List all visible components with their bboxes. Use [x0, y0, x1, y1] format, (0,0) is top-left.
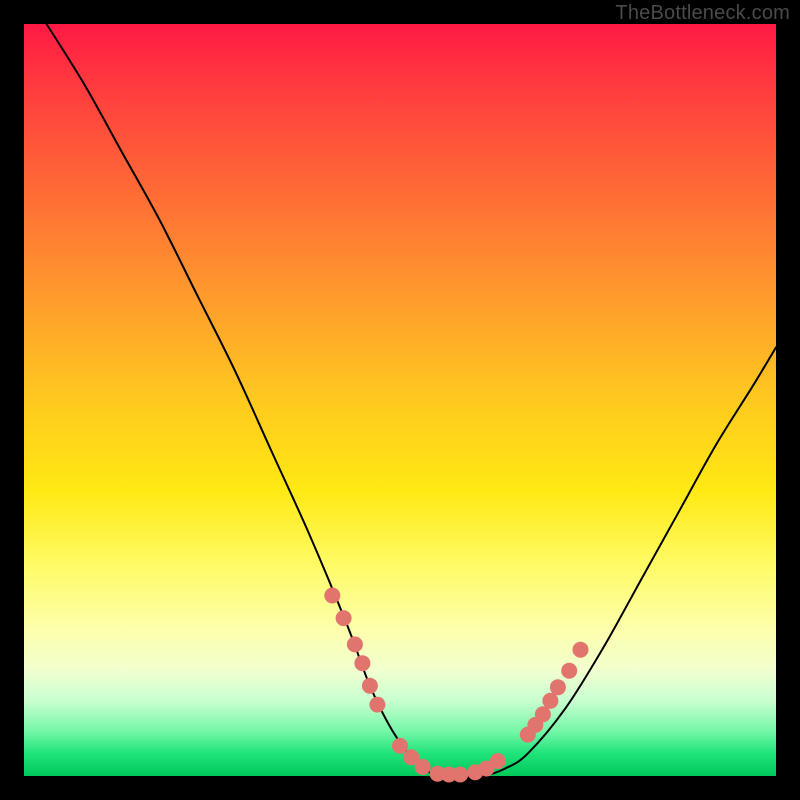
bottleneck-curve [47, 24, 776, 777]
curve-svg [24, 24, 776, 776]
marker-dot [392, 738, 408, 754]
marker-dot [369, 697, 385, 713]
marker-dot [535, 706, 551, 722]
marker-dot [324, 588, 340, 604]
watermark-text: TheBottleneck.com [615, 2, 790, 25]
marker-dot [415, 759, 431, 775]
marker-dot [561, 663, 577, 679]
marker-dot [542, 693, 558, 709]
marker-dot [573, 642, 589, 658]
marker-dot [354, 655, 370, 671]
chart-frame: TheBottleneck.com [0, 0, 800, 800]
marker-dot [362, 678, 378, 694]
marker-dot [347, 636, 363, 652]
marker-dot [550, 679, 566, 695]
marker-dot [452, 767, 468, 783]
marker-dot [490, 753, 506, 769]
plot-area [24, 24, 776, 776]
marker-dot [336, 610, 352, 626]
highlight-markers [324, 588, 588, 783]
